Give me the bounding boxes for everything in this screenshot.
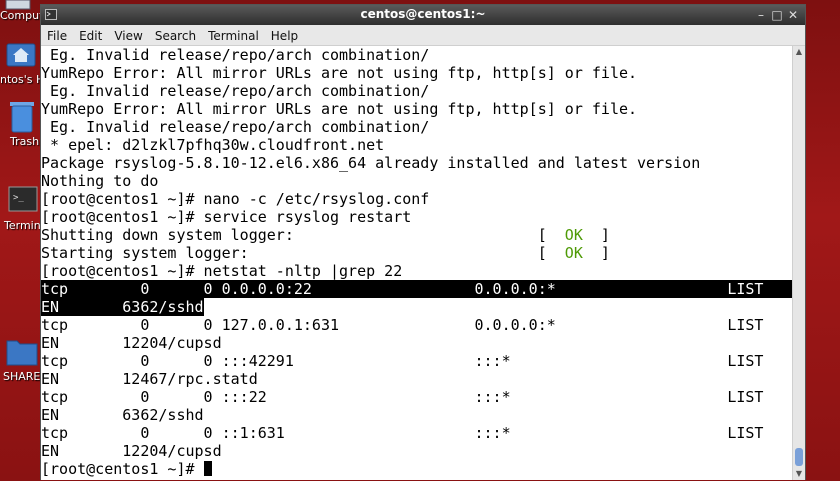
status-bracket-close: ]: [582, 244, 610, 262]
folder-icon: [6, 340, 38, 366]
selected-output-line[interactable]: EN 6362/sshd: [41, 298, 204, 316]
trash-icon: [10, 102, 34, 133]
terminal-line: YumRepo Error: All mirror URLs are not u…: [41, 100, 638, 118]
status-text: Starting system logger:: [41, 244, 538, 262]
menu-view[interactable]: View: [108, 26, 148, 43]
terminal-status-line: Starting system logger: [ OK ]: [41, 244, 610, 262]
desktop-label-home: ntos's H: [0, 73, 45, 86]
terminal-line: tcp 0 0 ::1:631 :::* LIST: [41, 424, 764, 442]
desktop-label-trash: Trash: [10, 135, 40, 148]
terminal-line: EN 12204/cupsd: [41, 334, 222, 352]
maximize-button[interactable]: □: [769, 7, 785, 23]
menu-terminal[interactable]: Terminal: [202, 26, 265, 43]
status-bracket-open: [: [537, 244, 565, 262]
terminal-output[interactable]: Eg. Invalid release/repo/arch combinatio…: [41, 46, 793, 480]
terminal-line: YumRepo Error: All mirror URLs are not u…: [41, 64, 638, 82]
terminal-line: EN 12467/rpc.statd: [41, 370, 258, 388]
terminal-line: Eg. Invalid release/repo/arch combinatio…: [41, 46, 430, 64]
title-bar[interactable]: centos@centos1:~ – □ ✕: [41, 5, 805, 25]
scroll-up-arrow-icon[interactable]: ▲: [793, 46, 805, 58]
terminal-icon: >_: [8, 186, 38, 212]
terminal-status-line: Shutting down system logger: [ OK ]: [41, 226, 610, 244]
status-bracket-close: ]: [582, 226, 610, 244]
status-ok: OK: [564, 244, 583, 262]
terminal-line: Eg. Invalid release/repo/arch combinatio…: [41, 118, 430, 136]
terminal-line: EN 12204/cupsd: [41, 442, 222, 460]
terminal-line: [root@centos1 ~]# service rsyslog restar…: [41, 208, 412, 226]
close-button[interactable]: ✕: [785, 7, 801, 23]
desktop-label-share: SHARE: [3, 370, 41, 383]
terminal-window: centos@centos1:~ – □ ✕ File Edit View Searc…: [40, 4, 806, 480]
desktop-label-terminal: Termin: [4, 219, 41, 232]
terminal-line: EN 6362/sshd: [41, 406, 204, 424]
menu-help[interactable]: Help: [265, 26, 304, 43]
minimize-button[interactable]: –: [753, 7, 769, 23]
status-text: Shutting down system logger:: [41, 226, 538, 244]
menu-search[interactable]: Search: [149, 26, 202, 43]
home-folder-icon: [6, 43, 36, 67]
selected-output-line[interactable]: tcp 0 0 0.0.0.0:22 0.0.0.0:* LIST: [41, 280, 793, 298]
menu-bar: File Edit View Search Terminal Help: [41, 25, 805, 46]
terminal-line: tcp 0 0 :::42291 :::* LIST: [41, 352, 764, 370]
terminal-line: tcp 0 0 127.0.0.1:631 0.0.0.0:* LIST: [41, 316, 764, 334]
terminal-line: * epel: d2lzkl7pfhq30w.cloudfront.net: [41, 136, 385, 154]
text-cursor: [203, 461, 212, 476]
desktop-label-computer: Comput: [0, 9, 44, 22]
terminal-line: Package rsyslog-5.8.10-12.el6.x86_64 alr…: [41, 154, 701, 172]
menu-edit[interactable]: Edit: [73, 26, 108, 43]
terminal-line: Nothing to do: [41, 172, 159, 190]
shell-prompt: [root@centos1 ~]#: [41, 460, 204, 478]
terminal-command-line: [root@centos1 ~]# netstat -nltp |grep 22: [41, 262, 403, 280]
scroll-down-arrow-icon[interactable]: ▼: [793, 468, 805, 480]
menu-file[interactable]: File: [41, 26, 73, 43]
scrollbar-thumb[interactable]: [795, 448, 803, 466]
terminal-line: tcp 0 0 :::22 :::* LIST: [41, 388, 764, 406]
terminal-line: Eg. Invalid release/repo/arch combinatio…: [41, 82, 430, 100]
window-title: centos@centos1:~: [360, 7, 486, 21]
svg-text:>_: >_: [13, 193, 24, 203]
status-ok: OK: [564, 226, 583, 244]
status-bracket-open: [: [537, 226, 565, 244]
terminal-prompt-line[interactable]: [root@centos1 ~]#: [41, 460, 212, 478]
terminal-line: [root@centos1 ~]# nano -c /etc/rsyslog.c…: [41, 190, 430, 208]
vertical-scrollbar[interactable]: ▲ ▼: [792, 46, 805, 480]
